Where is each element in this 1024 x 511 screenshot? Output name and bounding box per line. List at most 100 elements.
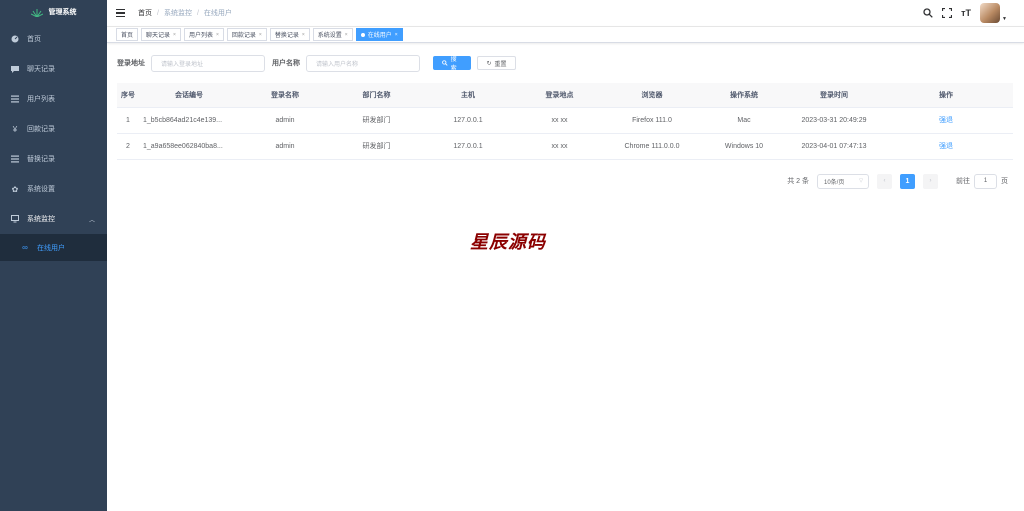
refresh-icon: ↻ <box>486 60 492 67</box>
logo[interactable]: 管理系统 <box>0 0 107 24</box>
close-icon[interactable]: × <box>259 32 262 38</box>
tag-home[interactable]: 首页 <box>116 28 139 41</box>
tag-payments[interactable]: 回款记录 × <box>226 28 267 41</box>
breadcrumb-home[interactable]: 首页 <box>138 8 152 18</box>
cell-login-name: admin <box>239 133 331 160</box>
cell-login-time: 2023-04-01 07:47:13 <box>789 133 879 160</box>
sidebar-item-label: 聊天记录 <box>27 66 55 73</box>
sidebar-item-users[interactable]: 用户列表 <box>0 84 107 114</box>
next-page-button[interactable]: › <box>923 173 938 189</box>
sidebar-item-home[interactable]: 首页 <box>0 24 107 54</box>
goto-prefix: 前往 <box>956 178 970 185</box>
app-title: 管理系统 <box>48 9 77 16</box>
cell-index: 1 <box>117 107 139 134</box>
sidebar-item-online-users[interactable]: ∞ 在线用户 <box>0 234 107 261</box>
search-button[interactable]: 搜索 <box>433 56 471 72</box>
cell-location: xx xx <box>514 133 605 160</box>
username-label: 用户名称 <box>272 60 300 67</box>
cell-dept: 研发部门 <box>331 107 422 134</box>
watermark-text: 星辰源码 <box>470 232 546 252</box>
tag-settings[interactable]: 系统设置 × <box>312 28 353 41</box>
sidebar-item-settings[interactable]: ✿ 系统设置 <box>0 174 107 204</box>
cell-session-id: 1_a9a658ee062840ba8... <box>139 133 239 160</box>
sidebar-item-replace[interactable]: 替换记录 <box>0 144 107 174</box>
prev-page-button[interactable]: ‹ <box>877 173 892 189</box>
tag-chat[interactable]: 聊天记录 × <box>141 28 181 41</box>
cell-dept: 研发部门 <box>331 133 422 160</box>
tags-view: 首页 聊天记录 × 用户列表 × 回款记录 × 替换记录 × 系统设置 × 在线用户 × <box>107 26 1024 43</box>
tag-label: 用户列表 <box>188 33 213 39</box>
close-icon[interactable]: × <box>302 32 305 38</box>
sidebar-item-label: 替换记录 <box>27 156 55 163</box>
logo-icon <box>30 9 43 17</box>
list-icon <box>11 95 19 103</box>
sidebar-item-payments[interactable]: ¥ 回款记录 <box>0 114 107 144</box>
submenu: ∞ 在线用户 <box>0 234 107 261</box>
page-number-current[interactable]: 1 <box>900 173 915 189</box>
total-count: 共 2 条 <box>787 178 809 185</box>
close-icon[interactable]: × <box>216 32 219 38</box>
search-button-label: 搜索 <box>450 57 457 72</box>
username-input[interactable]: 请输入用户名称 <box>306 54 420 72</box>
tag-online-users[interactable]: 在线用户 × <box>355 28 403 41</box>
goto-suffix: 页 <box>1001 178 1008 185</box>
cell-session-id: 1_b5cb864ad21c4e139... <box>139 107 239 134</box>
navbar: 首页 / 系统监控 / 在线用户 тT ▼ <box>107 0 1024 26</box>
chevron-down-icon: ▽ <box>859 178 863 184</box>
column-header: 会话编号 <box>139 83 239 108</box>
goto-page-input[interactable]: 1 <box>974 173 997 189</box>
reset-button[interactable]: ↻ 重置 <box>477 56 516 70</box>
breadcrumb-separator: / <box>196 9 199 17</box>
close-icon[interactable]: × <box>395 32 398 38</box>
sidebar-item-label: 在线用户 <box>37 244 65 252</box>
cell-login-name: admin <box>239 107 331 134</box>
tag-label: 在线用户 <box>367 33 392 39</box>
column-header: 操作 <box>879 83 1013 108</box>
column-header: 浏览器 <box>605 83 699 108</box>
chevron-right-icon: › <box>929 178 932 184</box>
column-header: 序号 <box>117 83 139 108</box>
main: 首页 / 系统监控 / 在线用户 тT ▼ 首页 聊天记录 × 用户列表 × 回款记… <box>107 0 1024 511</box>
page-size-value: 10条/页 <box>824 179 845 186</box>
hamburger-icon[interactable] <box>116 9 125 17</box>
breadcrumb-separator: / <box>157 9 159 17</box>
search-icon[interactable] <box>923 8 933 18</box>
tag-replace[interactable]: 替换记录 × <box>269 28 310 41</box>
content: 登录地址 请输入登录地址 用户名称 请输入用户名称 搜索 ↻ 重置 序号 会话编… <box>107 43 1024 200</box>
tag-label: 系统设置 <box>317 33 342 39</box>
gear-icon: ✿ <box>11 184 19 194</box>
search-icon <box>442 60 448 66</box>
cell-browser: Chrome 111.0.0.0 <box>605 133 699 160</box>
sidebar-item-monitor[interactable]: 系统监控 ︿ <box>0 204 107 234</box>
cell-location: xx xx <box>514 107 605 134</box>
chevron-left-icon: ‹ <box>883 178 886 184</box>
tag-users[interactable]: 用户列表 × <box>183 28 224 41</box>
force-logout-link[interactable]: 强退 <box>879 107 1013 134</box>
online-icon: ∞ <box>22 243 28 252</box>
tag-label: 聊天记录 <box>146 33 171 39</box>
chat-icon <box>11 65 19 73</box>
page-size-select[interactable]: 10条/页 ▽ <box>817 173 869 189</box>
cell-os: Windows 10 <box>699 133 789 160</box>
fullscreen-icon[interactable] <box>942 8 953 18</box>
tag-label: 替换记录 <box>274 33 299 39</box>
avatar[interactable] <box>980 3 1001 23</box>
font-size-icon[interactable]: тT <box>961 8 971 18</box>
breadcrumb-parent: 系统监控 <box>163 10 192 17</box>
close-icon[interactable]: × <box>345 32 348 38</box>
list-icon <box>11 155 19 163</box>
active-dot-icon <box>360 32 365 37</box>
pagination: 共 2 条 10条/页 ▽ ‹ 1 › 前往 1 页 <box>117 173 1014 189</box>
login-address-input[interactable]: 请输入登录地址 <box>151 54 265 72</box>
sidebar-item-label: 系统设置 <box>27 186 55 193</box>
caret-down-icon[interactable]: ▼ <box>1002 16 1007 22</box>
column-header: 登录时间 <box>789 83 879 108</box>
force-logout-link[interactable]: 强退 <box>879 133 1013 160</box>
chevron-up-icon: ︿ <box>88 217 95 224</box>
close-icon[interactable]: × <box>173 32 176 38</box>
sidebar-item-label: 系统监控 <box>27 216 55 223</box>
table-header-row: 序号 会话编号 登录名称 部门名称 主机 登录地点 浏览器 操作系统 登录时间 … <box>117 83 1013 108</box>
column-header: 主机 <box>422 83 514 108</box>
sidebar-item-chat[interactable]: 聊天记录 <box>0 54 107 84</box>
dashboard-icon <box>11 35 19 43</box>
